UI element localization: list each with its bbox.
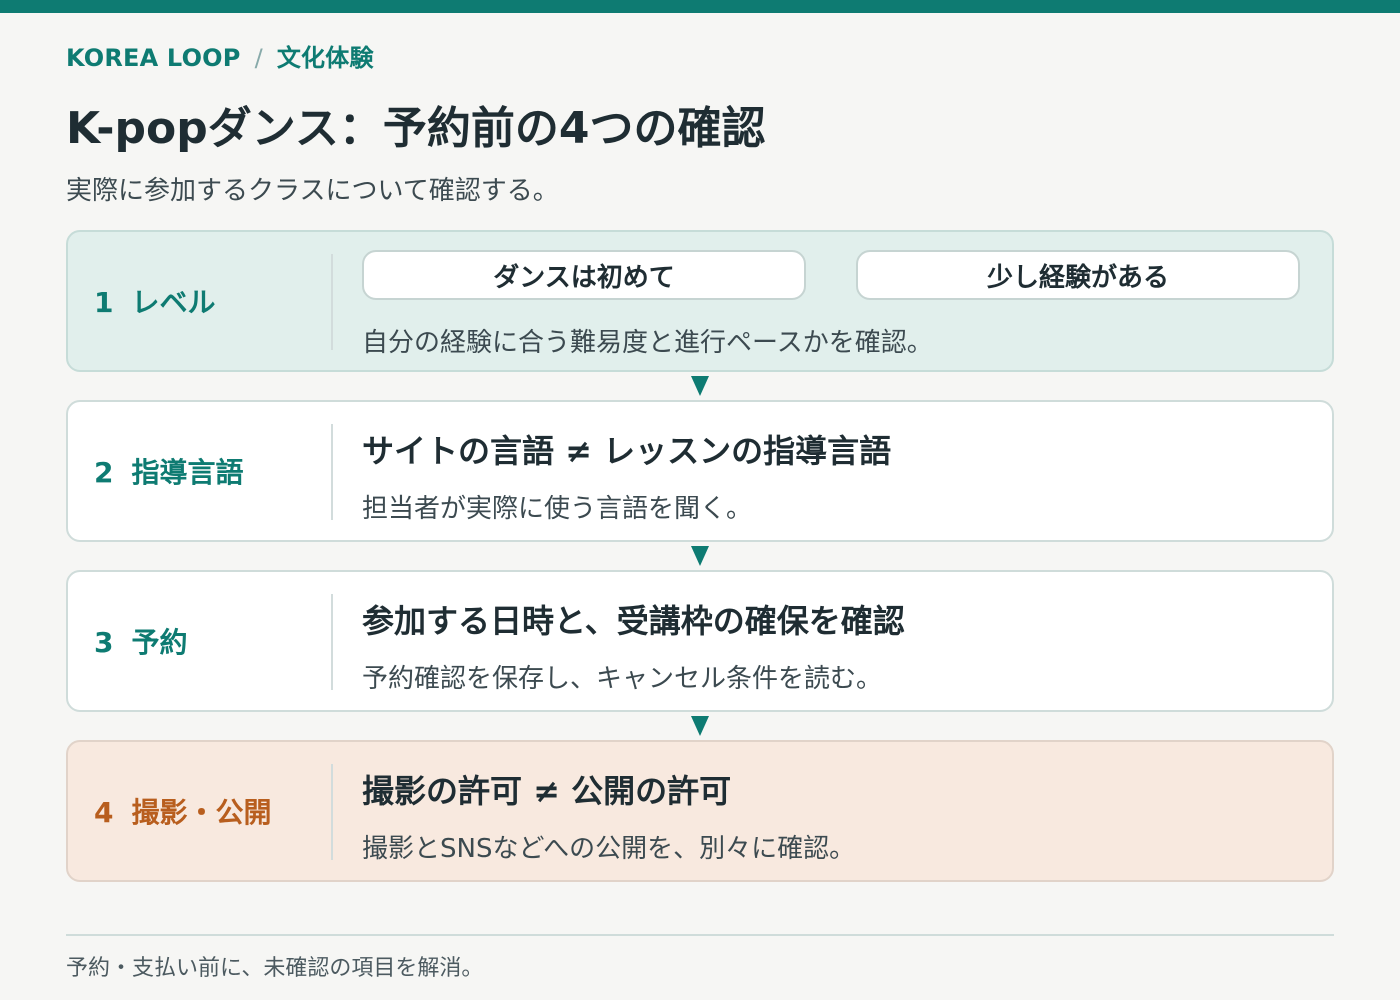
breadcrumb-separator: / — [254, 44, 263, 72]
step-number: 2 — [94, 456, 114, 489]
step-divider — [331, 594, 333, 690]
flow-arrow-icon — [691, 716, 709, 736]
step-label: 1 レベル — [94, 281, 216, 321]
step-card-filming: 4 撮影・公開 撮影の許可 ≠ 公開の許可 撮影とSNSなどへの公開を、別々に確認… — [66, 740, 1334, 882]
step-heading: 参加する日時と、受講枠の確保を確認 — [362, 602, 905, 640]
flow-arrow-icon — [691, 546, 709, 566]
step-description: 撮影とSNSなどへの公開を、別々に確認。 — [362, 834, 856, 864]
page-subtitle: 実際に参加するクラスについて確認する。 — [66, 176, 559, 206]
step-divider — [331, 254, 333, 350]
step-number: 1 — [94, 286, 114, 319]
step-title: 予約 — [131, 626, 188, 659]
step-label: 2 指導言語 — [94, 451, 244, 491]
breadcrumb: KOREA LOOP / 文化体験 — [66, 38, 374, 73]
step-card-level: 1 レベル ダンスは初めて 少し経験がある 自分の経験に合う難易度と進行ペースかを… — [66, 230, 1334, 372]
breadcrumb-site[interactable]: KOREA LOOP — [66, 44, 241, 72]
page-title: K-popダンス：予約前の4つの確認 — [66, 103, 766, 154]
step-label: 3 予約 — [94, 621, 188, 661]
step-title: 指導言語 — [131, 456, 244, 489]
step-divider — [331, 764, 333, 860]
step-divider — [331, 424, 333, 520]
step-number: 4 — [94, 796, 114, 829]
step-heading: 撮影の許可 ≠ 公開の許可 — [362, 772, 732, 810]
step-title: 撮影・公開 — [131, 796, 272, 829]
footer-note: 予約・支払い前に、未確認の項目を解消。 — [66, 956, 484, 981]
step-number: 3 — [94, 626, 114, 659]
flow-arrow-icon — [691, 376, 709, 396]
step-heading: サイトの言語 ≠ レッスンの指導言語 — [362, 432, 892, 470]
step-description: 自分の経験に合う難易度と進行ペースかを確認。 — [362, 328, 933, 358]
step-title: レベル — [131, 286, 216, 319]
footer-divider — [66, 934, 1334, 936]
step-description: 担当者が実際に使う言語を聞く。 — [362, 494, 753, 524]
level-option-beginner[interactable]: ダンスは初めて — [362, 250, 806, 300]
step-label: 4 撮影・公開 — [94, 791, 272, 831]
top-accent-bar — [0, 0, 1400, 13]
breadcrumb-section[interactable]: 文化体験 — [277, 44, 374, 72]
step-description: 予約確認を保存し、キャンセル条件を読む。 — [362, 664, 883, 694]
level-option-some-experience[interactable]: 少し経験がある — [856, 250, 1300, 300]
step-card-reservation: 3 予約 参加する日時と、受講枠の確保を確認 予約確認を保存し、キャンセル条件を読… — [66, 570, 1334, 712]
step-card-language: 2 指導言語 サイトの言語 ≠ レッスンの指導言語 担当者が実際に使う言語を聞く。 — [66, 400, 1334, 542]
